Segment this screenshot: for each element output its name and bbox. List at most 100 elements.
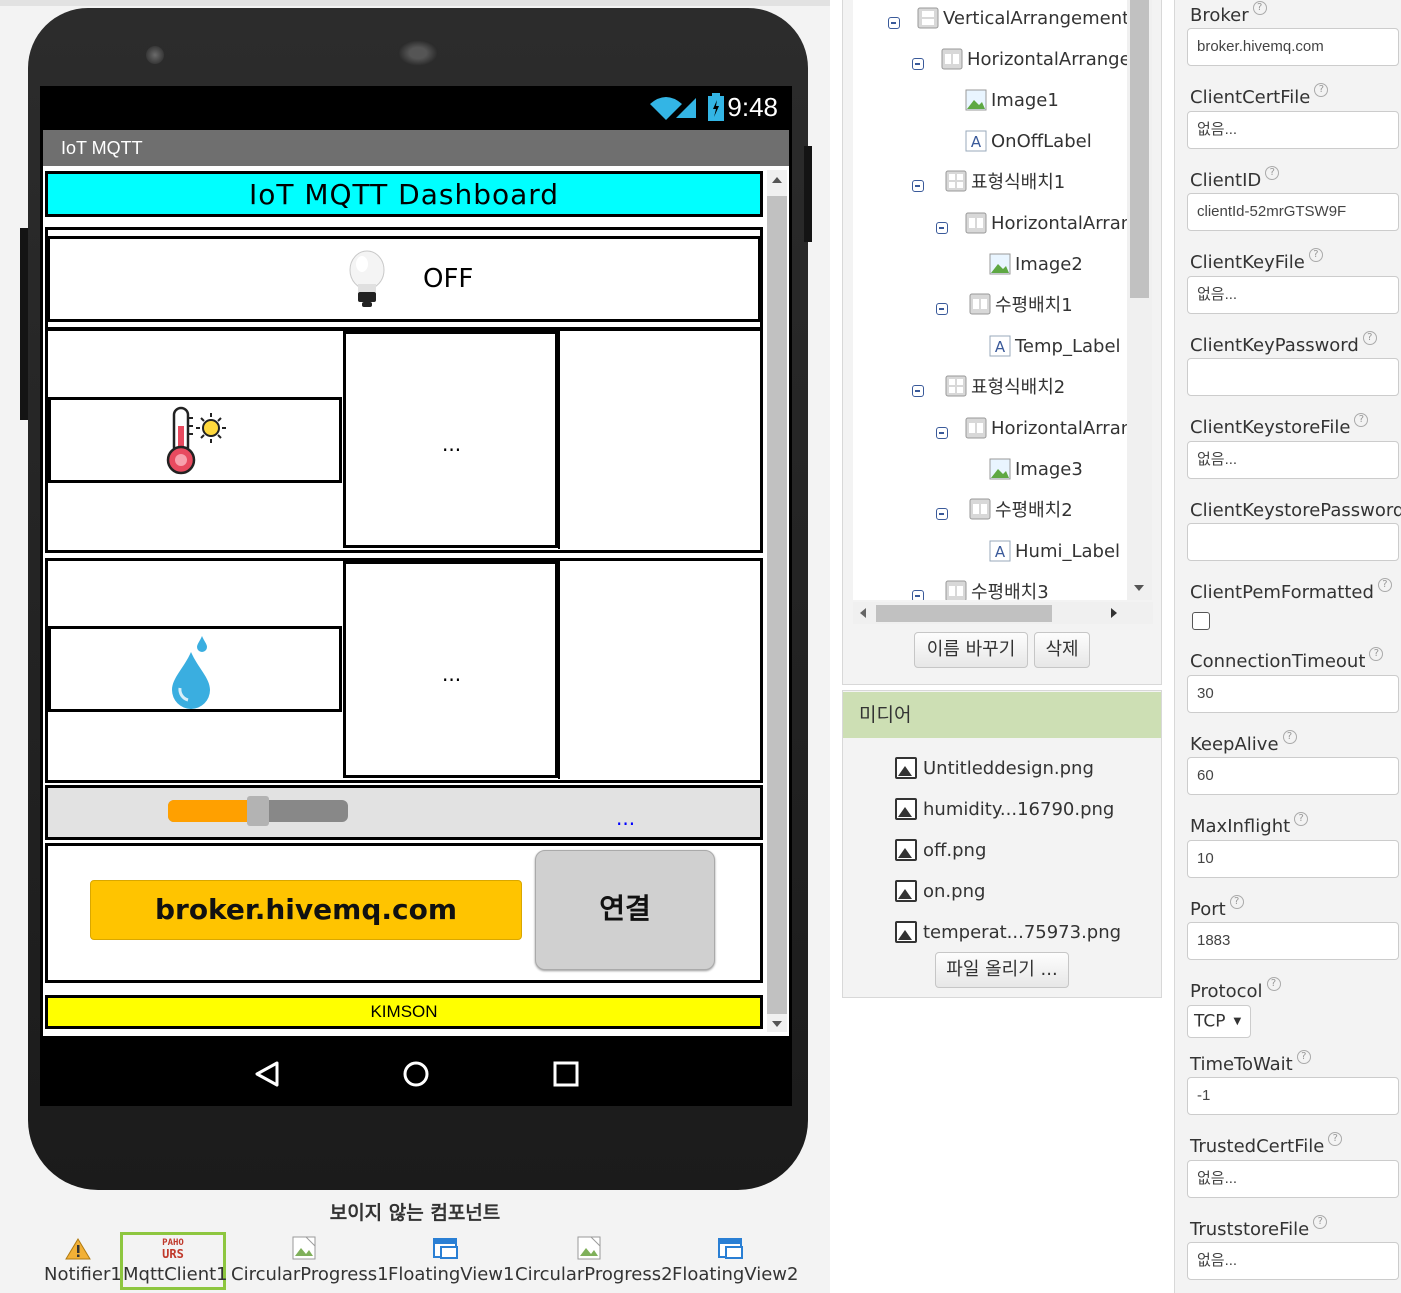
prop-trustedcertfile-input[interactable]: 없음... bbox=[1187, 1160, 1399, 1198]
prop-maxinflight-input[interactable]: 10 bbox=[1187, 840, 1399, 878]
tree-item[interactable]: A Temp_Label bbox=[989, 331, 1121, 361]
help-icon[interactable]: ? bbox=[1377, 578, 1392, 592]
broken-image-icon bbox=[577, 1236, 600, 1260]
slider-thumb[interactable] bbox=[247, 796, 269, 826]
tree-item[interactable]: 수평배치2 bbox=[969, 494, 1073, 524]
prop-keepalive-input[interactable]: 60 bbox=[1187, 757, 1399, 795]
scroll-down-arrow-icon[interactable] bbox=[772, 1021, 782, 1027]
tree-item[interactable]: 표형식배치2 bbox=[945, 371, 1065, 401]
media-header: 미디어 bbox=[843, 692, 1161, 738]
collapse-toggle-icon[interactable] bbox=[936, 222, 948, 234]
horizontal-arrangement-icon bbox=[969, 293, 991, 315]
tree-scroll-down-icon[interactable] bbox=[1134, 585, 1144, 591]
help-icon[interactable]: ? bbox=[1314, 83, 1329, 97]
nonvisible-floatingview1[interactable]: FloatingView1 bbox=[388, 1232, 514, 1285]
collapse-toggle-icon[interactable] bbox=[912, 385, 924, 397]
tree-item-label: HorizontalArrang bbox=[991, 417, 1127, 439]
tree-vertical-scroll-thumb[interactable] bbox=[1130, 0, 1149, 298]
collapse-toggle-icon[interactable] bbox=[936, 427, 948, 439]
tree-item[interactable]: A OnOffLabel bbox=[965, 126, 1092, 156]
help-icon[interactable]: ? bbox=[1354, 413, 1369, 427]
upload-file-button[interactable]: 파일 올리기 ... bbox=[935, 952, 1069, 988]
home-icon[interactable] bbox=[402, 1060, 430, 1088]
prop-clientkeyfile-input[interactable]: 없음... bbox=[1187, 276, 1399, 314]
tree-item[interactable]: 수평배치3 bbox=[945, 576, 1049, 600]
prop-clientkeystorefile-input[interactable]: 없음... bbox=[1187, 441, 1399, 479]
nonvisible-circularprogress2[interactable]: CircularProgress2 bbox=[515, 1232, 673, 1285]
prop-broker-input[interactable]: broker.hivemq.com bbox=[1187, 28, 1399, 66]
tree-item[interactable]: HorizontalArrang bbox=[965, 413, 1127, 443]
slider-arrangement[interactable] bbox=[45, 785, 763, 840]
prop-maxinflight-label: MaxInflight? bbox=[1190, 812, 1309, 837]
water-drop-icon[interactable] bbox=[168, 634, 214, 710]
help-icon[interactable]: ? bbox=[1362, 331, 1377, 345]
rename-button[interactable]: 이름 바꾸기 bbox=[914, 632, 1028, 668]
media-file[interactable]: off.png bbox=[895, 839, 986, 861]
broker-button[interactable]: broker.hivemq.com bbox=[90, 880, 522, 940]
tree-item[interactable]: Image2 bbox=[989, 249, 1083, 279]
prop-clientpemformatted-checkbox[interactable] bbox=[1192, 612, 1210, 630]
media-file[interactable]: humidity...16790.png bbox=[895, 798, 1114, 820]
collapse-toggle-icon[interactable] bbox=[936, 508, 948, 520]
prop-clientid-input[interactable]: clientId-52mrGTSW9F bbox=[1187, 193, 1399, 231]
tree-scroll-right-icon[interactable] bbox=[1111, 608, 1117, 618]
nonvisible-notifier1[interactable]: Notifier1 bbox=[44, 1232, 122, 1285]
prop-clientcertfile-label: ClientCertFile? bbox=[1190, 83, 1329, 108]
help-icon[interactable]: ? bbox=[1313, 1215, 1328, 1229]
tree-item[interactable]: Image3 bbox=[989, 454, 1083, 484]
collapse-toggle-icon[interactable] bbox=[912, 180, 924, 192]
help-icon[interactable]: ? bbox=[1328, 1132, 1343, 1146]
tree-item-label: 표형식배치1 bbox=[971, 172, 1066, 193]
prop-timetowait-input[interactable]: -1 bbox=[1187, 1077, 1399, 1115]
svg-text:A: A bbox=[995, 338, 1006, 356]
collapse-toggle-icon[interactable] bbox=[912, 590, 924, 600]
prop-protocol-select[interactable]: TCP ▼ bbox=[1187, 1005, 1251, 1038]
nonvisible-label: Notifier1 bbox=[44, 1264, 122, 1285]
back-icon[interactable] bbox=[254, 1060, 280, 1088]
tree-scroll-left-icon[interactable] bbox=[860, 608, 866, 618]
connect-button[interactable]: 연결 bbox=[535, 850, 715, 970]
media-file[interactable]: on.png bbox=[895, 880, 985, 902]
help-icon[interactable]: ? bbox=[1265, 166, 1280, 180]
help-icon[interactable]: ? bbox=[1296, 1050, 1311, 1064]
tree-horizontal-scroll-thumb[interactable] bbox=[876, 605, 1052, 622]
recents-icon[interactable] bbox=[552, 1060, 580, 1088]
image-icon bbox=[989, 458, 1011, 480]
prop-port-label: Port? bbox=[1190, 895, 1244, 920]
tree-item[interactable]: HorizontalArrangen bbox=[941, 44, 1127, 74]
help-icon[interactable]: ? bbox=[1282, 730, 1297, 744]
tree-item-label: HorizontalArrangen bbox=[967, 48, 1127, 70]
tree-item[interactable]: Image1 bbox=[965, 85, 1059, 115]
help-icon[interactable]: ? bbox=[1229, 895, 1244, 909]
media-file[interactable]: temperat...75973.png bbox=[895, 921, 1121, 943]
collapse-toggle-icon[interactable] bbox=[936, 303, 948, 315]
svg-text:A: A bbox=[971, 133, 982, 151]
delete-button[interactable]: 삭제 bbox=[1034, 632, 1090, 668]
prop-port-input[interactable]: 1883 bbox=[1187, 922, 1399, 960]
prop-clientkeystorepassword-input[interactable] bbox=[1187, 523, 1399, 561]
help-icon[interactable]: ? bbox=[1252, 1, 1267, 15]
help-icon[interactable]: ? bbox=[1266, 977, 1281, 991]
tree-item[interactable]: VerticalArrangement1 bbox=[917, 3, 1127, 33]
prop-clientkeypassword-input[interactable] bbox=[1187, 358, 1399, 396]
help-icon[interactable]: ? bbox=[1294, 812, 1309, 826]
label-icon: A bbox=[989, 335, 1011, 357]
prop-clientcertfile-input[interactable]: 없음... bbox=[1187, 111, 1399, 149]
tree-item[interactable]: 수평배치1 bbox=[969, 289, 1073, 319]
prop-connectiontimeout-input[interactable]: 30 bbox=[1187, 675, 1399, 713]
media-file[interactable]: Untitleddesign.png bbox=[895, 757, 1094, 779]
help-icon[interactable]: ? bbox=[1369, 647, 1384, 661]
nonvisible-circularprogress1[interactable]: CircularProgress1 bbox=[231, 1232, 389, 1285]
tree-item[interactable]: A Humi_Label bbox=[989, 536, 1120, 566]
image-file-icon bbox=[895, 880, 917, 902]
tree-item[interactable]: 표형식배치1 bbox=[945, 166, 1065, 196]
prop-label-text: TrustedCertFile bbox=[1190, 1136, 1325, 1157]
nonvisible-floatingview2[interactable]: FloatingView2 bbox=[672, 1232, 798, 1285]
svg-text:A: A bbox=[995, 543, 1006, 561]
help-icon[interactable]: ? bbox=[1308, 248, 1323, 262]
nonvisible-mqttclient1[interactable]: PAHO URS MqttClient1 bbox=[120, 1232, 228, 1290]
collapse-toggle-icon[interactable] bbox=[888, 17, 900, 29]
prop-truststorefile-input[interactable]: 없음... bbox=[1187, 1242, 1399, 1280]
collapse-toggle-icon[interactable] bbox=[912, 58, 924, 70]
tree-item[interactable]: HorizontalArrang bbox=[965, 208, 1127, 238]
